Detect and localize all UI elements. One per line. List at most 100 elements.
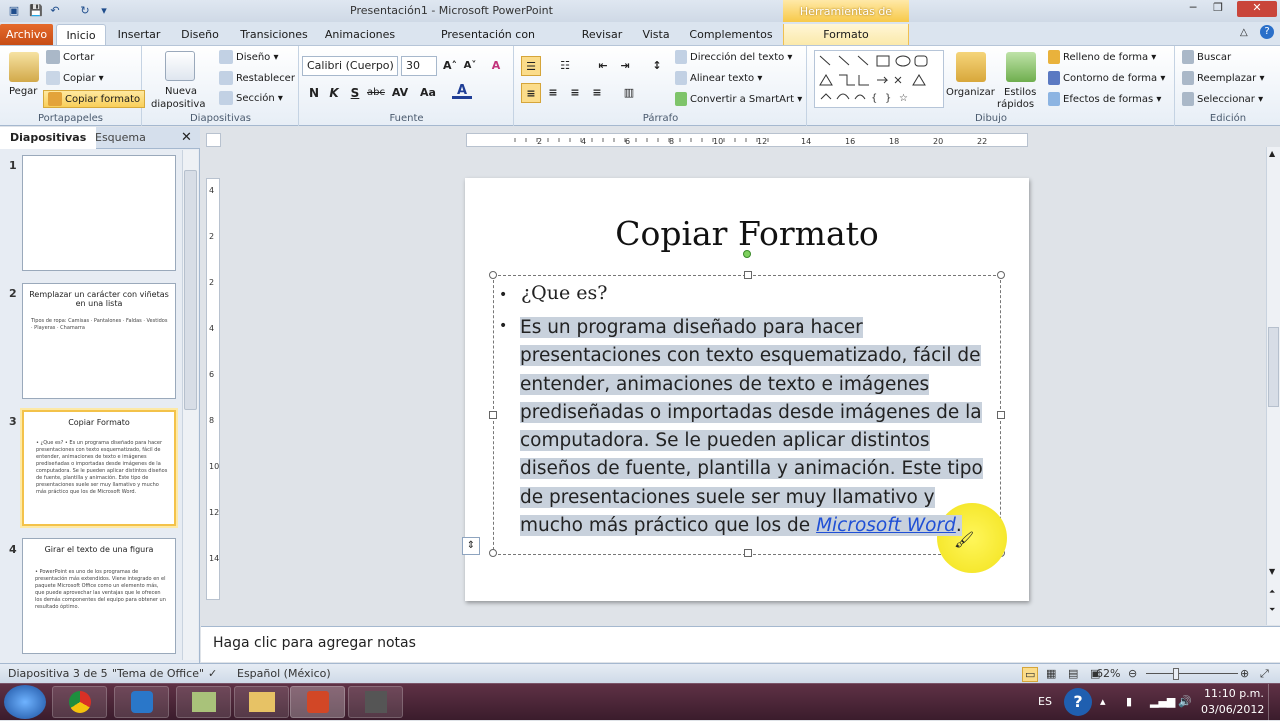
normal-view-icon[interactable]: ▭	[1022, 667, 1039, 682]
close-icon[interactable]: ✕	[1237, 1, 1277, 17]
language-indicator[interactable]: Español (México)	[237, 667, 331, 680]
resize-handle[interactable]	[997, 411, 1005, 419]
network-icon[interactable]: ▮	[1126, 695, 1132, 708]
arrange-button[interactable]: Organizar	[946, 84, 995, 102]
tab-outline[interactable]: Esquema	[85, 127, 156, 149]
tab-slides[interactable]: Diapositivas	[0, 127, 97, 149]
theme-name[interactable]: "Tema de Office"	[112, 667, 204, 680]
copy-button[interactable]: Copiar ▾	[46, 70, 104, 88]
notes-pane[interactable]: Haga clic para agregar notas	[201, 626, 1280, 662]
cut-button[interactable]: Cortar	[46, 49, 94, 67]
numbering-icon[interactable]: ☷	[555, 56, 575, 76]
reading-view-icon[interactable]: ▤	[1068, 667, 1078, 680]
new-slide-button-label[interactable]: diapositiva	[151, 96, 205, 114]
scrollbar-thumb[interactable]	[1268, 327, 1279, 407]
teamviewer-taskbar-icon[interactable]	[114, 686, 169, 718]
increase-indent-icon[interactable]: ⇥	[615, 56, 635, 76]
strikethrough-button[interactable]: abc	[366, 83, 386, 103]
columns-icon[interactable]: ▥	[619, 83, 639, 103]
close-panel-icon[interactable]: ✕	[181, 130, 192, 145]
clock-time[interactable]: 11:10 p.m.	[1204, 687, 1264, 700]
shape-fill-button[interactable]: Relleno de forma ▾	[1048, 49, 1156, 67]
undo-icon[interactable]: ↶	[47, 3, 63, 18]
quick-styles-label[interactable]: rápidos	[997, 96, 1034, 114]
slide-thumbnail-3[interactable]: Copiar Formato • ¿Que es? • Es un progra…	[22, 410, 176, 526]
volume-icon[interactable]: 🔊	[1178, 695, 1192, 708]
section-button[interactable]: Sección ▾	[219, 90, 283, 108]
align-center-icon[interactable]: ≡	[543, 83, 563, 103]
notes-taskbar-icon[interactable]	[176, 686, 231, 718]
rotation-handle[interactable]	[743, 250, 751, 258]
align-right-icon[interactable]: ≡	[565, 83, 585, 103]
align-text-button[interactable]: Alinear texto ▾	[675, 70, 762, 88]
qat-customize-icon[interactable]: ▾	[96, 3, 112, 18]
minimize-icon[interactable]: ─	[1184, 1, 1202, 17]
help-icon[interactable]: ?	[1260, 25, 1274, 39]
help-taskbar-icon[interactable]: ?	[1064, 688, 1092, 716]
resize-handle[interactable]	[997, 271, 1005, 279]
reset-button[interactable]: Restablecer	[219, 70, 295, 88]
zoom-slider-thumb[interactable]	[1173, 668, 1180, 680]
resize-handle[interactable]	[489, 411, 497, 419]
tab-complementos[interactable]: Complementos	[686, 24, 776, 46]
redo-icon[interactable]: ↻	[77, 3, 93, 18]
resize-handle[interactable]	[744, 271, 752, 279]
tab-transiciones[interactable]: Transiciones	[236, 24, 312, 46]
tab-selector[interactable]	[206, 133, 221, 147]
tab-insertar[interactable]: Insertar	[112, 24, 166, 46]
resize-handle[interactable]	[744, 549, 752, 557]
shrink-font-icon[interactable]: A˅	[460, 56, 480, 76]
zoom-slider[interactable]	[1146, 673, 1238, 674]
justify-icon[interactable]: ≡	[587, 83, 607, 103]
clock-date[interactable]: 03/06/2012	[1201, 703, 1264, 716]
scroll-up-icon[interactable]: ▲	[1269, 149, 1275, 158]
horizontal-ruler[interactable]: 2 4 6 8 10 12 14 16 18 20 22	[466, 133, 1028, 147]
vertical-ruler[interactable]: 4 2 2 4 6 8 10 12 14	[206, 178, 220, 600]
bullet-que-es[interactable]: ¿Que es?	[521, 282, 607, 304]
format-painter-button[interactable]: Copiar formato	[43, 90, 146, 108]
font-size-combo[interactable]: 30	[401, 56, 437, 76]
layout-button[interactable]: Diseño ▾	[219, 49, 279, 67]
grow-font-icon[interactable]: A˄	[440, 56, 460, 76]
bullets-icon[interactable]: ☰	[521, 56, 541, 76]
tab-archivo[interactable]: Archivo	[0, 24, 53, 46]
slide-thumbnail-4[interactable]: Girar el texto de una figura • PowerPoin…	[22, 538, 176, 654]
show-desktop-button[interactable]	[1268, 684, 1280, 721]
restore-icon[interactable]: ❐	[1209, 1, 1227, 17]
italic-button[interactable]: K	[324, 83, 344, 103]
fit-to-window-icon[interactable]: ⤢	[1260, 667, 1269, 681]
find-button[interactable]: Buscar	[1182, 49, 1231, 67]
arrange-icon[interactable]	[956, 52, 986, 82]
collapse-ribbon-icon[interactable]: △	[1240, 27, 1248, 38]
powerpoint-app-icon[interactable]: ▣	[6, 3, 22, 18]
vertical-scrollbar[interactable]: ▲ ▼ ⏶ ⏷	[1266, 147, 1280, 625]
replace-button[interactable]: Reemplazar ▾	[1182, 70, 1265, 88]
autofit-options-icon[interactable]: ⇕	[462, 537, 480, 555]
start-button-icon[interactable]	[4, 685, 46, 719]
tab-inicio[interactable]: Inicio	[56, 24, 106, 46]
next-slide-icon[interactable]: ⏷	[1269, 605, 1275, 615]
tab-revisar[interactable]: Revisar	[578, 24, 626, 46]
content-placeholder[interactable]	[489, 271, 1005, 557]
slides-panel-scrollbar[interactable]	[182, 150, 198, 660]
clear-format-icon[interactable]: A	[486, 56, 506, 76]
spellcheck-icon[interactable]: ✓	[208, 667, 217, 680]
resize-handle[interactable]	[489, 271, 497, 279]
save-icon[interactable]: 💾	[28, 3, 44, 18]
select-button[interactable]: Seleccionar ▾	[1182, 91, 1263, 109]
font-color-icon[interactable]: A	[452, 81, 472, 99]
change-case-icon[interactable]: Aa	[418, 83, 438, 103]
quick-styles-icon[interactable]	[1006, 52, 1036, 82]
line-spacing-icon[interactable]: ↕	[647, 56, 667, 76]
slide-sorter-icon[interactable]: ▦	[1046, 667, 1056, 680]
tab-diseno[interactable]: Diseño	[175, 24, 225, 46]
font-name-combo[interactable]: Calibri (Cuerpo)	[302, 56, 398, 76]
decrease-indent-icon[interactable]: ⇤	[593, 56, 613, 76]
tab-formato[interactable]: Formato	[783, 24, 909, 46]
explorer-taskbar-icon[interactable]	[234, 686, 289, 718]
new-slide-icon[interactable]	[165, 51, 195, 81]
camtasia-taskbar-icon[interactable]	[348, 686, 403, 718]
shapes-gallery[interactable]: {} ☆	[814, 50, 944, 108]
underline-button[interactable]: S	[345, 83, 365, 103]
signal-icon[interactable]: ▂▄▆	[1150, 695, 1175, 708]
